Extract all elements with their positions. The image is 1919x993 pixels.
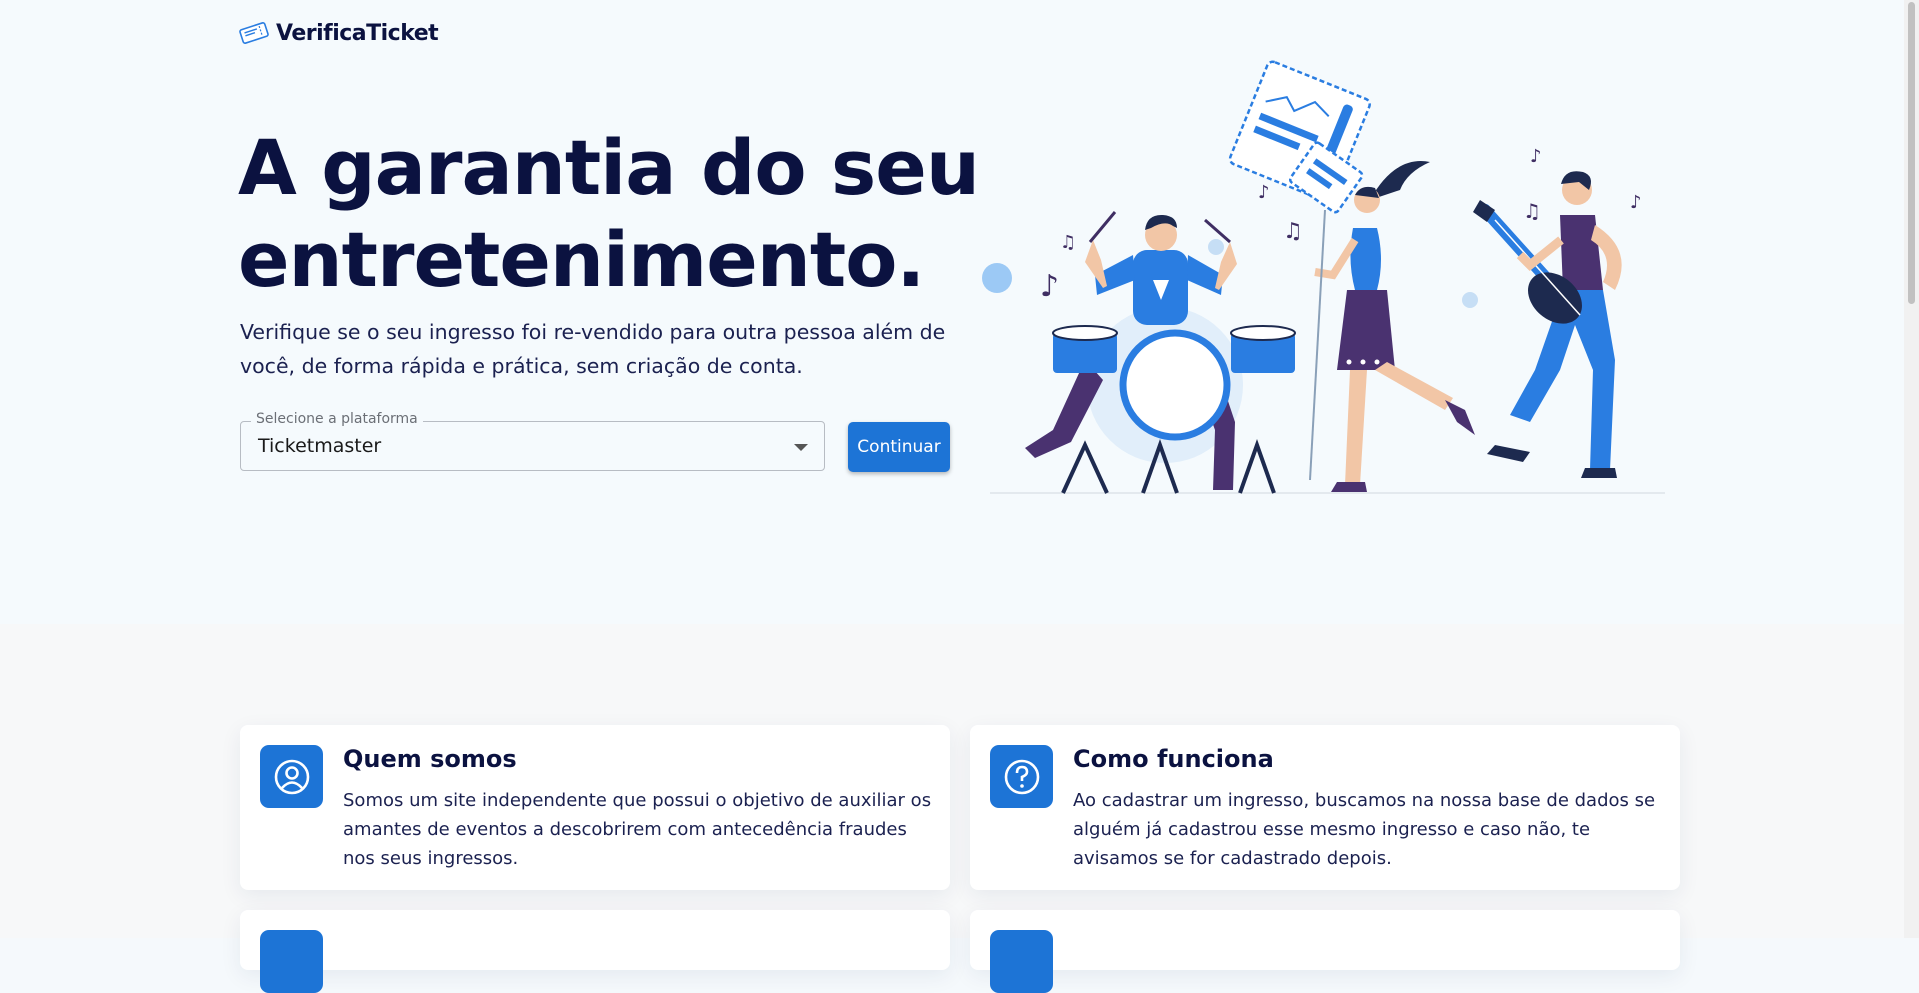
question-circle-icon: [990, 745, 1053, 808]
platform-select-value: Ticketmaster: [258, 435, 382, 457]
svg-text:♪: ♪: [1040, 269, 1059, 304]
svg-text:♪: ♪: [1530, 146, 1542, 167]
continue-button[interactable]: Continuar: [848, 422, 950, 472]
hero-subtitle: Verifique se o seu ingresso foi re-vendi…: [240, 320, 946, 378]
platform-select[interactable]: Selecione a plataforma Ticketmaster: [240, 411, 825, 471]
user-circle-icon: [260, 745, 323, 808]
svg-text:♫: ♫: [1283, 219, 1303, 244]
card-partial: [970, 910, 1680, 993]
ticket-icon: [239, 22, 269, 44]
page-scrollbar[interactable]: [1904, 0, 1919, 938]
page-title: A garantia do seu entretenimento.: [238, 123, 980, 304]
brand-logo[interactable]: VerificaTicket: [238, 20, 439, 46]
svg-text:♪: ♪: [1258, 182, 1270, 203]
scrollbar-thumb[interactable]: [1908, 2, 1915, 304]
caret-down-icon[interactable]: [794, 444, 808, 451]
feature-icon: [260, 930, 323, 993]
svg-text:♫: ♫: [1060, 232, 1076, 253]
svg-text:♪: ♪: [1630, 192, 1642, 213]
card-partial: [240, 910, 950, 993]
card-text: Somos um site independente que possui o …: [343, 790, 932, 869]
card-title: Como funciona: [1073, 745, 1274, 773]
svg-text:♫: ♫: [1523, 199, 1541, 223]
card-como-funciona: Como funciona Ao cadastrar um ingresso, …: [970, 725, 1680, 890]
band-illustration: ♪ ♫ ♫ ♪ ♫ ♪ ♪: [982, 60, 1665, 494]
card-title: Quem somos: [343, 745, 517, 773]
brand-name: VerificaTicket: [276, 20, 439, 46]
card-text: Ao cadastrar um ingresso, buscamos na no…: [1073, 790, 1656, 869]
platform-select-label: Selecione a plataforma: [251, 411, 423, 427]
card-quem-somos: Quem somos Somos um site independente qu…: [240, 725, 950, 890]
feature-icon: [990, 930, 1053, 993]
